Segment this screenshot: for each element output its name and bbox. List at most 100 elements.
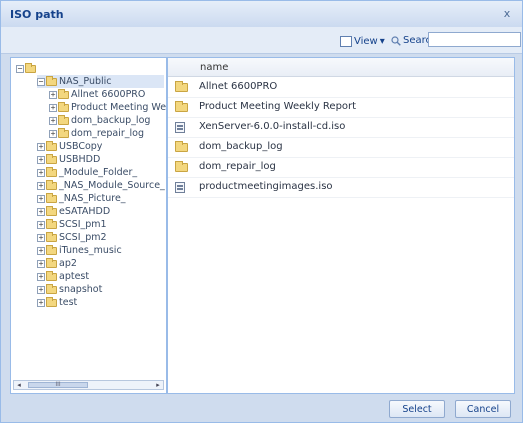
list-item[interactable]: Product Meeting Weekly Report <box>168 97 514 118</box>
expand-icon[interactable]: + <box>37 181 45 190</box>
list-item-name: dom_backup_log <box>199 141 283 152</box>
tree-item[interactable]: + test <box>37 296 77 309</box>
search-icon <box>391 35 401 46</box>
list-item[interactable]: dom_backup_log <box>168 137 514 158</box>
expand-icon[interactable]: + <box>37 233 45 242</box>
tree-item[interactable]: + iTunes_music <box>37 244 122 257</box>
iso-file-icon <box>175 182 185 194</box>
tree-item-label: snapshot <box>59 284 103 295</box>
list-item[interactable]: XenServer-6.0.0-install-cd.iso <box>168 117 514 138</box>
tree-item[interactable]: + _Module_Folder_ <box>37 166 137 179</box>
cancel-button[interactable]: Cancel <box>455 400 511 418</box>
tree-item[interactable]: + Allnet 6600PRO <box>49 88 145 101</box>
expand-icon[interactable]: + <box>37 246 45 255</box>
expand-icon[interactable]: + <box>49 129 57 138</box>
expand-icon[interactable]: + <box>37 142 45 151</box>
tree-item[interactable]: + Product Meeting We <box>49 101 166 114</box>
tree-item[interactable]: + snapshot <box>37 283 102 296</box>
expand-icon[interactable]: + <box>37 298 45 307</box>
expand-icon[interactable]: + <box>49 90 57 99</box>
file-list: name Allnet 6600PRO Product Meeting Weekl… <box>167 57 515 394</box>
tree-item-label: NAS_Public <box>59 76 112 87</box>
tree-item[interactable]: + SCSI_pm2 <box>37 231 107 244</box>
tree-item-label: USBCopy <box>59 141 103 152</box>
tree-item-label: SCSI_pm1 <box>59 219 107 230</box>
tree-item[interactable]: + eSATAHDD <box>37 205 110 218</box>
tree-item-label: Allnet 6600PRO <box>71 89 146 100</box>
expand-icon[interactable]: + <box>37 220 45 229</box>
tree-item[interactable]: + SCSI_pm1 <box>37 218 107 231</box>
tree-item-label: dom_backup_log <box>71 115 151 126</box>
dialog-title: ISO path <box>10 8 64 21</box>
folder-icon <box>46 205 57 216</box>
tree-item[interactable]: + ap2 <box>37 257 77 270</box>
expand-icon[interactable]: + <box>37 194 45 203</box>
tree-item-label: dom_repair_log <box>71 128 145 139</box>
close-icon[interactable]: x <box>500 7 514 21</box>
expand-icon[interactable]: − <box>37 77 45 86</box>
tree-item[interactable]: − NAS_Public <box>37 75 164 88</box>
folder-icon <box>58 88 69 99</box>
expand-icon[interactable]: + <box>37 207 45 216</box>
folder-icon <box>46 257 57 268</box>
tree-item[interactable]: + _NAS_Module_Source_ <box>37 179 165 192</box>
search-input[interactable] <box>428 32 521 47</box>
tree-item[interactable]: + aptest <box>37 270 89 283</box>
dialog-titlebar[interactable]: ISO path x <box>1 1 522 28</box>
tree-item-label: USBHDD <box>59 154 101 165</box>
list-item[interactable]: dom_repair_log <box>168 157 514 178</box>
expand-icon[interactable]: + <box>49 103 57 112</box>
folder-icon <box>46 166 57 177</box>
folder-icon <box>175 141 188 152</box>
expand-icon[interactable]: + <box>37 168 45 177</box>
folder-icon <box>46 231 57 242</box>
tree-item[interactable]: + dom_backup_log <box>49 114 150 127</box>
tree-item[interactable]: + USBCopy <box>37 140 102 153</box>
tree-item-label: test <box>59 297 78 308</box>
view-button[interactable]: View ▾ <box>336 33 389 50</box>
folder-icon <box>46 270 57 281</box>
tree-item[interactable]: + dom_repair_log <box>49 127 144 140</box>
folder-icon <box>58 127 69 138</box>
folder-icon <box>46 179 57 190</box>
tree-item[interactable]: + _NAS_Picture_ <box>37 192 126 205</box>
list-item[interactable]: productmeetingimages.iso <box>168 177 514 198</box>
view-button-label: View <box>354 36 378 47</box>
tree-item-label: _Module_Folder_ <box>59 167 138 178</box>
iso-path-dialog: ISO path x View ▾ Search − − NAS_Public + A… <box>0 0 523 423</box>
folder-icon <box>58 101 69 112</box>
expand-icon[interactable]: + <box>37 285 45 294</box>
tree-root[interactable]: − <box>16 62 38 75</box>
list-item[interactable]: Allnet 6600PRO <box>168 77 514 98</box>
list-item-name: productmeetingimages.iso <box>199 181 333 192</box>
tree-item-label: SCSI_pm2 <box>59 232 107 243</box>
folder-tree: − − NAS_Public + Allnet 6600PRO + Product Mee… <box>10 57 167 394</box>
tree-item-label: _NAS_Picture_ <box>59 193 126 204</box>
scroll-right-icon[interactable]: ▸ <box>153 381 163 389</box>
list-item-name: XenServer-6.0.0-install-cd.iso <box>199 121 346 132</box>
tree-item-label: eSATAHDD <box>59 206 111 217</box>
tree-item-label: ap2 <box>59 258 77 269</box>
tree-item-label: aptest <box>59 271 90 282</box>
list-item-name: Allnet 6600PRO <box>199 81 278 92</box>
folder-icon <box>46 244 57 255</box>
list-item-name: Product Meeting Weekly Report <box>199 101 357 112</box>
select-button[interactable]: Select <box>389 400 445 418</box>
scroll-thumb[interactable]: III <box>28 382 88 388</box>
column-header-name[interactable]: name <box>200 62 228 73</box>
expand-icon[interactable]: + <box>37 272 45 281</box>
folder-icon <box>46 296 57 307</box>
folder-icon <box>175 101 188 112</box>
horizontal-scrollbar[interactable]: ◂ III ▸ <box>13 380 164 390</box>
folder-icon <box>46 140 57 151</box>
collapse-icon[interactable]: − <box>16 64 24 73</box>
tree-item[interactable]: + USBHDD <box>37 153 100 166</box>
expand-icon[interactable]: + <box>37 259 45 268</box>
list-header[interactable]: name <box>168 58 514 77</box>
folder-icon <box>25 62 36 73</box>
expand-icon[interactable]: + <box>37 155 45 164</box>
scroll-left-icon[interactable]: ◂ <box>14 381 24 389</box>
expand-icon[interactable]: + <box>49 116 57 125</box>
tree-item-label: Product Meeting We <box>71 102 167 113</box>
folder-icon <box>46 75 57 86</box>
